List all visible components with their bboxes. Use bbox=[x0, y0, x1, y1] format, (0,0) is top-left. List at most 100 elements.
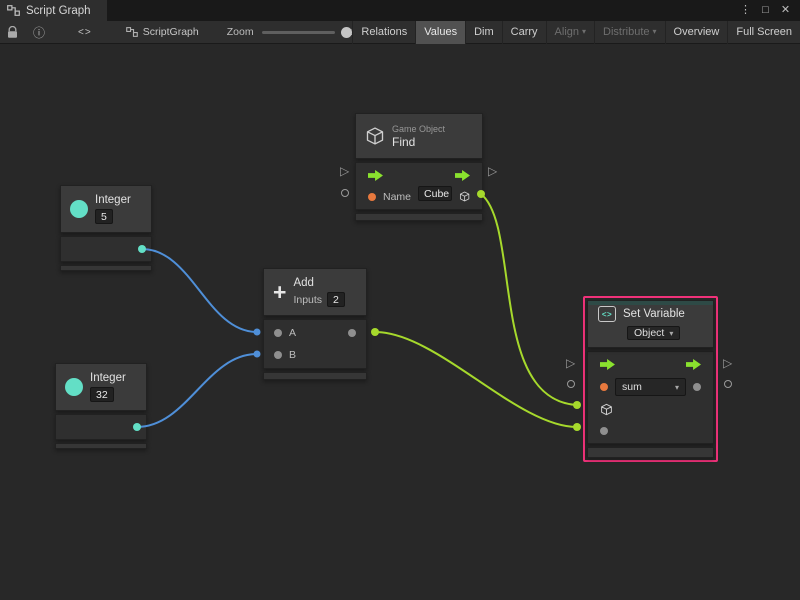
node-footer bbox=[355, 213, 483, 221]
port-row-b: B bbox=[264, 344, 366, 366]
zoom-slider-track[interactable] bbox=[262, 31, 336, 34]
flow-port-icon[interactable]: ▷ bbox=[340, 165, 349, 177]
relations-label: Relations bbox=[361, 26, 407, 38]
output-port-row[interactable] bbox=[55, 414, 147, 440]
name-label: Name bbox=[383, 191, 411, 203]
variable-name-port[interactable] bbox=[600, 383, 608, 391]
script-graph-tab[interactable]: Script Graph bbox=[0, 0, 107, 21]
name-input-port[interactable] bbox=[368, 193, 376, 201]
variable-scope-dropdown[interactable]: Object ▾ bbox=[627, 326, 680, 340]
add-node[interactable]: + Add Inputs 2 A B bbox=[263, 268, 367, 380]
node-footer bbox=[55, 443, 147, 449]
node-footer bbox=[60, 265, 152, 271]
inputs-label: Inputs bbox=[293, 294, 322, 306]
node-category: Game Object bbox=[392, 124, 445, 134]
object-target-row bbox=[588, 399, 713, 420]
port-b-label: B bbox=[289, 349, 296, 361]
variable-name-row: sum ▾ bbox=[588, 375, 713, 399]
value-port-icon[interactable] bbox=[724, 380, 732, 388]
toolbar-buttons: Relations Values Dim Carry Align ▾ Distr… bbox=[352, 21, 800, 44]
overview-button[interactable]: Overview bbox=[665, 21, 728, 44]
chevron-down-icon: ▾ bbox=[669, 329, 673, 338]
object-input-port-icon[interactable] bbox=[600, 403, 613, 416]
zoom-label: Zoom bbox=[227, 26, 254, 38]
value-port-icon[interactable] bbox=[567, 380, 575, 388]
flow-out-arrow[interactable] bbox=[455, 170, 470, 181]
inputs-count-field[interactable]: 2 bbox=[327, 292, 345, 307]
integer-node-bottom[interactable]: Integer 32 bbox=[55, 363, 147, 449]
code-icon[interactable]: <> bbox=[78, 27, 92, 38]
values-button[interactable]: Values bbox=[415, 21, 465, 44]
set-variable-node[interactable]: <> Set Variable Object ▾ sum ▾ bbox=[583, 296, 718, 462]
align-dropdown[interactable]: Align ▾ bbox=[546, 21, 594, 44]
variable-name-dropdown[interactable]: sum ▾ bbox=[615, 378, 686, 396]
node-title: Add bbox=[293, 277, 344, 289]
flow-port-icon[interactable]: ▷ bbox=[566, 357, 575, 369]
distribute-dropdown[interactable]: Distribute ▾ bbox=[594, 21, 664, 44]
window-controls: ⋮ □ ✕ bbox=[737, 0, 800, 21]
flow-in-arrow[interactable] bbox=[600, 359, 615, 370]
scope-value: Object bbox=[634, 327, 664, 339]
find-node[interactable]: Game Object Find Name Cube bbox=[355, 113, 483, 221]
add-icon: + bbox=[273, 281, 286, 304]
integer-type-icon bbox=[65, 378, 83, 396]
flow-port-icon[interactable]: ▷ bbox=[723, 357, 732, 369]
carry-button[interactable]: Carry bbox=[502, 21, 546, 44]
variable-kind-strip bbox=[588, 301, 713, 305]
lock-icon[interactable] bbox=[7, 26, 18, 39]
input-port-b[interactable] bbox=[274, 351, 282, 359]
flow-port-row bbox=[356, 165, 482, 186]
relations-button[interactable]: Relations bbox=[352, 21, 415, 44]
set-variable-icon: <> bbox=[598, 306, 616, 322]
graph-name-label: ScriptGraph bbox=[143, 26, 199, 38]
integer-type-icon bbox=[70, 200, 88, 218]
values-label: Values bbox=[424, 26, 457, 38]
value-output-port[interactable] bbox=[693, 383, 701, 391]
close-icon[interactable]: ✕ bbox=[777, 0, 794, 21]
graph-toolbar: ⓘ <> ScriptGraph Zoom 1x Relations Value… bbox=[0, 21, 800, 44]
integer-value-field[interactable]: 5 bbox=[95, 209, 113, 224]
flow-port-row bbox=[588, 354, 713, 375]
flow-port-icon[interactable]: ▷ bbox=[488, 165, 497, 177]
node-title: Find bbox=[392, 135, 445, 149]
sum-output-port[interactable] bbox=[348, 329, 356, 337]
node-title: Integer bbox=[95, 194, 131, 206]
graph-icon bbox=[126, 27, 138, 37]
integer-value-field[interactable]: 32 bbox=[90, 387, 114, 402]
info-icon[interactable]: ⓘ bbox=[33, 24, 45, 41]
full-screen-button[interactable]: Full Screen bbox=[727, 21, 800, 44]
node-footer bbox=[587, 447, 714, 458]
dim-button[interactable]: Dim bbox=[465, 21, 502, 44]
variable-name-value: sum bbox=[622, 381, 642, 393]
overview-label: Overview bbox=[674, 26, 720, 38]
distribute-label: Distribute bbox=[603, 26, 649, 38]
carry-label: Carry bbox=[511, 26, 538, 38]
input-port-a[interactable] bbox=[274, 329, 282, 337]
maximize-icon[interactable]: □ bbox=[757, 0, 774, 21]
flow-in-arrow[interactable] bbox=[368, 170, 383, 181]
integer-node-top[interactable]: Integer 5 bbox=[60, 185, 152, 271]
full-screen-label: Full Screen bbox=[736, 26, 792, 38]
game-object-output-icon[interactable] bbox=[459, 190, 470, 203]
tab-title: Script Graph bbox=[26, 5, 91, 17]
chevron-down-icon: ▾ bbox=[675, 383, 679, 392]
cube-icon bbox=[365, 126, 385, 146]
name-value-field[interactable]: Cube bbox=[418, 186, 452, 201]
value-port-icon[interactable] bbox=[341, 189, 349, 197]
window-menu-icon[interactable]: ⋮ bbox=[737, 0, 754, 21]
value-input-row bbox=[588, 420, 713, 441]
node-title: Integer bbox=[90, 372, 126, 384]
port-row-a: A bbox=[264, 322, 366, 344]
value-input-port[interactable] bbox=[600, 427, 608, 435]
flow-out-arrow[interactable] bbox=[686, 359, 701, 370]
output-port-row[interactable] bbox=[60, 236, 152, 262]
node-footer bbox=[263, 372, 367, 380]
name-param-row: Name Cube bbox=[356, 186, 482, 207]
chevron-down-icon: ▾ bbox=[653, 28, 657, 36]
zoom-slider-handle[interactable] bbox=[341, 27, 352, 38]
zoom-slider[interactable] bbox=[262, 21, 336, 44]
graph-breadcrumb[interactable]: ScriptGraph bbox=[126, 26, 199, 38]
align-label: Align bbox=[555, 26, 579, 38]
script-graph-icon bbox=[7, 5, 20, 16]
chevron-down-icon: ▾ bbox=[582, 28, 586, 36]
